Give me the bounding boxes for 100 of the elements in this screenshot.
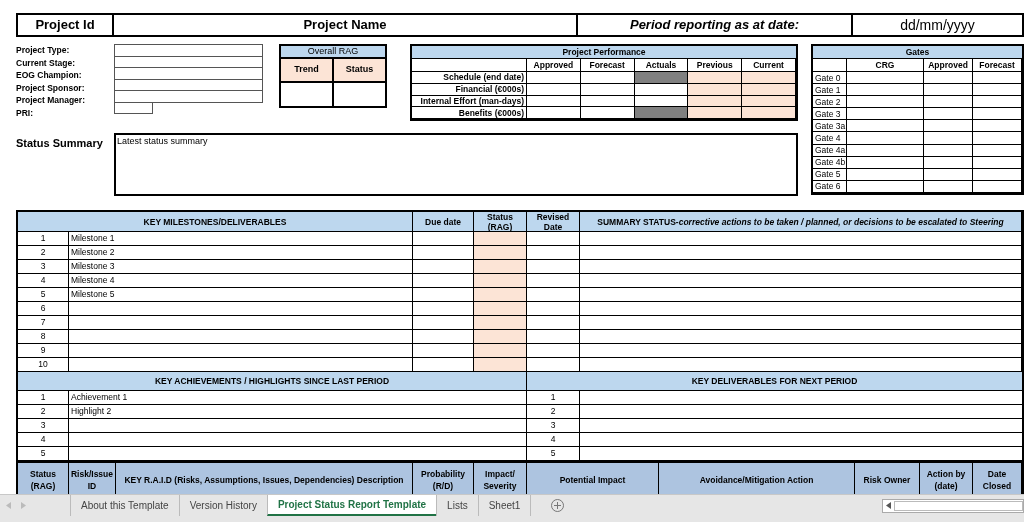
table-cell[interactable] [474, 330, 527, 344]
table-cell[interactable] [580, 232, 1022, 246]
rag-title: Overall RAG [281, 46, 385, 59]
date-value: dd/mm/yyyy [899, 15, 976, 35]
milestone-description: Milestone 2 [69, 246, 413, 260]
gate-cell[interactable] [924, 96, 973, 109]
gate-label: Gate 5 [813, 168, 847, 181]
input-field[interactable] [114, 90, 263, 103]
gate-cell[interactable] [924, 132, 973, 145]
sheet-tab[interactable]: Project Status Report Template [266, 495, 437, 516]
table-cell[interactable] [527, 288, 580, 302]
gate-cell[interactable] [847, 72, 924, 85]
milestone-description: Milestone 1 [69, 232, 413, 246]
row-number: 1 [18, 232, 69, 246]
table-cell[interactable] [527, 302, 580, 316]
table-cell[interactable] [580, 246, 1022, 260]
gate-cell[interactable] [924, 72, 973, 85]
table-cell[interactable] [474, 358, 527, 372]
gate-cell[interactable] [973, 96, 1022, 109]
table-cell[interactable] [527, 316, 580, 330]
input-field[interactable] [114, 67, 263, 80]
performance-cell[interactable] [634, 72, 689, 84]
row-label: Internal Effort (man-days) [412, 95, 527, 108]
row-number: 1 [18, 391, 69, 405]
table-cell[interactable] [474, 246, 527, 260]
scroll-left-icon[interactable] [886, 502, 891, 509]
gate-cell[interactable] [973, 180, 1022, 193]
field-label: Project Manager: [16, 94, 86, 107]
row-label: Benefits (€000s) [412, 107, 527, 119]
table-cell[interactable] [580, 330, 1022, 344]
gate-cell[interactable] [973, 120, 1022, 133]
performance-cell[interactable] [580, 107, 635, 119]
table-cell[interactable] [580, 302, 1022, 316]
gate-cell[interactable] [924, 168, 973, 181]
performance-cell[interactable] [688, 72, 743, 84]
gate-cell[interactable] [847, 168, 924, 181]
add-sheet-icon[interactable] [551, 499, 565, 512]
gate-cell[interactable] [847, 144, 924, 157]
column-header: Revised Date [527, 212, 580, 232]
gate-cell[interactable] [924, 144, 973, 157]
performance-cell[interactable] [742, 72, 796, 84]
table-cell[interactable] [580, 260, 1022, 274]
status-summary-field[interactable]: Latest status summary [114, 133, 798, 196]
table-cell[interactable] [580, 288, 1022, 302]
column-header: SUMMARY STATUS-corrective actions to be taken / planned, or decisions to be escalated to Steering [580, 212, 1022, 232]
gate-cell[interactable] [847, 96, 924, 109]
table-cell[interactable] [527, 330, 580, 344]
horizontal-scrollbar-thumb[interactable] [894, 500, 1023, 511]
gate-label: Gate 4 [813, 132, 847, 145]
gate-cell[interactable] [924, 156, 973, 169]
gate-cell[interactable] [847, 132, 924, 145]
table-cell[interactable] [474, 232, 527, 246]
table-cell[interactable] [474, 288, 527, 302]
gate-cell[interactable] [924, 180, 973, 193]
table-cell[interactable] [474, 302, 527, 316]
milestone-description: Milestone 4 [69, 274, 413, 288]
gate-cell[interactable] [924, 108, 973, 121]
row-number: 3 [18, 260, 69, 274]
column-header: Due date [413, 212, 474, 232]
table-cell[interactable] [474, 260, 527, 274]
performance-cell[interactable] [527, 72, 581, 84]
performance-cell[interactable] [634, 107, 689, 119]
column-header: Approved [924, 59, 973, 72]
gate-cell[interactable] [847, 84, 924, 97]
row-number: 2 [18, 405, 69, 419]
performance-cell[interactable] [742, 107, 796, 119]
table-cell[interactable] [474, 274, 527, 288]
achievements-title: KEY ACHIEVEMENTS / HIGHLIGHTS SINCE LAST PERIOD [18, 372, 526, 391]
input-field[interactable] [114, 44, 263, 57]
gate-cell[interactable] [847, 180, 924, 193]
gate-cell[interactable] [924, 120, 973, 133]
gate-cell[interactable] [847, 120, 924, 133]
gate-cell[interactable] [973, 156, 1022, 169]
table-cell[interactable] [580, 274, 1022, 288]
gate-cell[interactable] [847, 156, 924, 169]
gate-cell[interactable] [924, 84, 973, 97]
gate-cell[interactable] [973, 132, 1022, 145]
table-cell[interactable] [527, 344, 580, 358]
column-header: KEY MILESTONES/DELIVERABLES [18, 212, 413, 232]
gate-cell[interactable] [973, 144, 1022, 157]
gate-cell[interactable] [973, 84, 1022, 97]
table-cell[interactable] [527, 274, 580, 288]
gate-cell[interactable] [973, 72, 1022, 85]
table-cell[interactable] [580, 344, 1022, 358]
table-cell[interactable] [474, 344, 527, 358]
gate-cell[interactable] [973, 108, 1022, 121]
performance-cell[interactable] [580, 72, 635, 84]
table-cell[interactable] [527, 232, 580, 246]
table-cell[interactable] [527, 246, 580, 260]
gate-cell[interactable] [973, 168, 1022, 181]
performance-cell[interactable] [688, 107, 743, 119]
performance-cell[interactable] [527, 107, 581, 119]
achievement-description: Highlight 2 [69, 405, 526, 419]
row-number: 4 [18, 433, 69, 447]
table-cell[interactable] [580, 316, 1022, 330]
table-cell[interactable] [474, 316, 527, 330]
gate-cell[interactable] [847, 108, 924, 121]
gates-title: Gates [813, 46, 1022, 59]
table-cell[interactable] [527, 260, 580, 274]
row-number: 3 [18, 419, 69, 433]
